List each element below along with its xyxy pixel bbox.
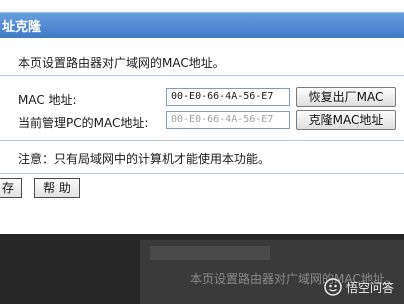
divider xyxy=(0,75,404,76)
watermark-text: 悟空问答 xyxy=(345,280,394,295)
help-button[interactable]: 帮 助 xyxy=(34,178,80,198)
divider xyxy=(0,140,404,141)
watermark: 悟空问答 xyxy=(324,278,394,296)
save-button[interactable]: 存 xyxy=(0,178,22,198)
mac-address-input[interactable]: 00-E0-66-4A-56-E7 xyxy=(166,88,290,106)
notice-text: 注意：只有局域网中的计算机才能使用本功能。 xyxy=(18,152,271,166)
wukong-logo-icon xyxy=(324,278,342,296)
restore-factory-mac-button[interactable]: 恢复出厂MAC xyxy=(296,87,396,107)
page-description: 本页设置路由器对广域网的MAC地址。 xyxy=(18,56,225,70)
page-title-bar: 址克隆 xyxy=(0,12,404,38)
divider xyxy=(0,173,404,174)
page-title: 址克隆 xyxy=(2,20,42,35)
pc-mac-address-label: 当前管理PC的MAC地址: xyxy=(18,116,149,130)
pc-mac-address-field: 00-E0-66-4A-56-E7 xyxy=(166,111,290,129)
mac-clone-panel: 本页设置路由器对广域网的MAC地址。 MAC 地址: 00-E0-66-4A-5… xyxy=(0,38,404,198)
ghost-title-bar xyxy=(150,246,270,260)
mac-address-label: MAC 地址: xyxy=(18,93,77,107)
overlay-region: 本页设置路由器对广域网的MAC地址。 悟空问答 xyxy=(0,234,404,304)
clone-mac-button[interactable]: 克隆MAC地址 xyxy=(296,110,396,130)
